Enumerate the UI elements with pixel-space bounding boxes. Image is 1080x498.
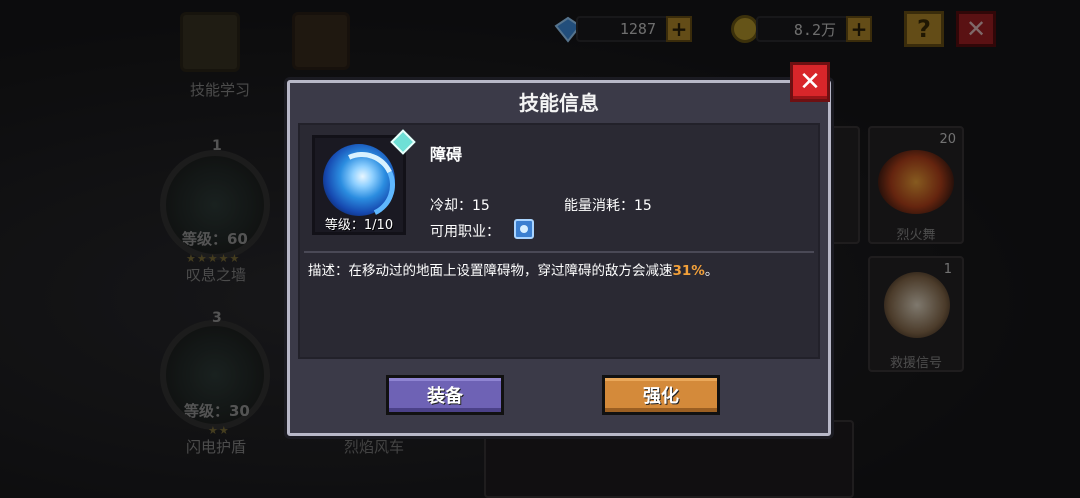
equip-label: 装备 [427,386,463,407]
skill-icon-frame: 等级：1/10 [312,135,406,235]
close-icon: ✕ [799,67,821,97]
cooldown-stat: 冷却：15 [430,198,490,214]
skill-name: 障碍 [430,145,463,164]
slow-percent: 31% [672,263,705,279]
upgrade-label: 强化 [643,386,679,407]
class-mage-icon[interactable] [514,219,534,239]
description-end: 。 [704,263,719,279]
equip-button[interactable]: 装备 [386,375,504,415]
skill-info-dialog: 技能信息 等级：1/10 障碍 冷却：15 能量消耗：15 可用职业： 描述：在… [287,80,831,436]
class-label: 可用职业： [430,224,500,240]
upgrade-button[interactable]: 强化 [602,375,720,415]
energy-cost-stat: 能量消耗：15 [564,198,652,214]
skill-description: 描述：在移动过的地面上设置障碍物，穿过障碍的敌方会减速31%。 [308,259,814,279]
dialog-close-button[interactable]: ✕ [790,62,830,102]
skill-detail-panel: 等级：1/10 障碍 冷却：15 能量消耗：15 可用职业： 描述：在移动过的地… [298,123,820,359]
description-text: 描述：在移动过的地面上设置障碍物，穿过障碍的敌方会减速 [308,263,673,279]
skill-level-label: 等级：1/10 [324,218,394,233]
class-mage-glyph [520,225,528,233]
divider [304,251,814,253]
dialog-title: 技能信息 [519,91,599,115]
